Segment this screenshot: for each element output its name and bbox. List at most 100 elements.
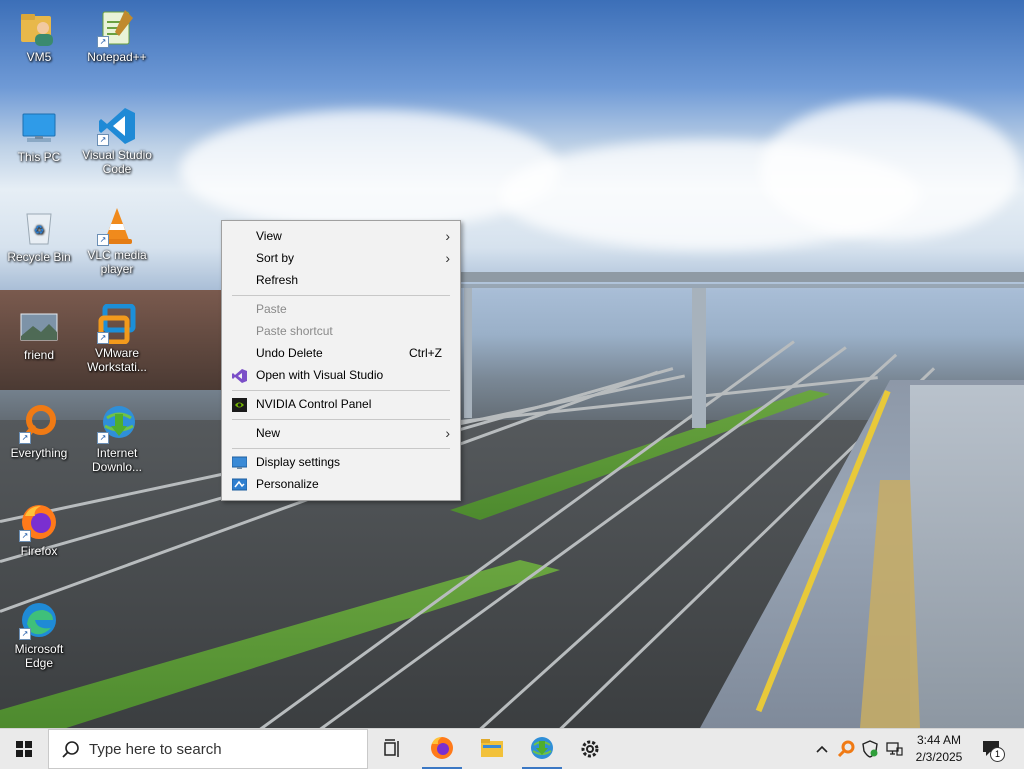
taskbar-firefox[interactable]	[420, 729, 464, 769]
display-icon	[231, 455, 248, 469]
menu-item-new[interactable]: New ›	[222, 422, 460, 444]
wallpaper-rail	[459, 376, 878, 423]
shortcut-arrow-icon: ↗	[97, 134, 109, 146]
network-icon[interactable]	[885, 740, 903, 758]
shortcut-arrow-icon: ↗	[97, 36, 109, 48]
chevron-up-icon[interactable]	[814, 741, 830, 757]
desktop-icon-recycle-bin[interactable]: ♻ Recycle Bin	[2, 208, 76, 264]
windows-logo-icon	[16, 741, 32, 757]
notepad-plus-plus-icon: ↗	[97, 8, 137, 48]
menu-item-view[interactable]: View ›	[222, 225, 460, 247]
wallpaper-gantry	[460, 272, 1024, 282]
menu-item-refresh[interactable]: Refresh	[222, 269, 460, 291]
menu-item-sort-by[interactable]: Sort by ›	[222, 247, 460, 269]
nvidia-icon	[232, 397, 247, 412]
desktop-icon-visual-studio-code[interactable]: ↗ Visual Studio Code	[80, 106, 154, 176]
firefox-icon	[431, 737, 453, 759]
desktop-icon-label: VLC media player	[87, 248, 147, 276]
settings-gear-icon	[581, 740, 599, 758]
wallpaper-pillar	[692, 288, 706, 428]
shortcut-arrow-icon: ↗	[19, 628, 31, 640]
menu-item-undo-delete[interactable]: Undo Delete Ctrl+Z	[222, 342, 460, 364]
menu-item-display-settings[interactable]: Display settings	[222, 451, 460, 473]
internet-download-manager-icon: ↗	[97, 404, 137, 444]
menu-item-paste[interactable]: Paste	[222, 298, 460, 320]
menu-item-open-with-visual-studio[interactable]: Open with Visual Studio	[222, 364, 460, 386]
menu-item-label: Display settings	[256, 455, 341, 469]
everything-tray-icon[interactable]	[837, 740, 855, 758]
vlc-cone-icon: ↗	[97, 206, 137, 246]
security-shield-icon[interactable]	[861, 740, 879, 758]
shortcut-arrow-icon: ↗	[97, 234, 109, 246]
menu-item-label: View	[256, 229, 282, 243]
wallpaper-cloud	[760, 100, 1020, 240]
search-placeholder: Type here to search	[89, 741, 222, 758]
menu-separator	[232, 390, 450, 391]
taskbar: Type here to search 3:44 AM 2/3/2025 1	[0, 728, 1024, 769]
visual-studio-icon	[232, 368, 247, 383]
taskbar-internet-download-manager[interactable]	[520, 729, 564, 769]
user-folder-icon	[19, 8, 59, 48]
desktop-icon-everything[interactable]: ↗ Everything	[2, 404, 76, 460]
shortcut-arrow-icon: ↗	[19, 530, 31, 542]
desktop-icon-label: VMware Workstati...	[87, 346, 147, 374]
menu-item-personalize[interactable]: Personalize	[222, 473, 460, 495]
menu-item-label: Refresh	[256, 273, 299, 287]
menu-item-label: Paste shortcut	[256, 324, 333, 338]
notification-count-badge: 1	[990, 747, 1005, 762]
start-button[interactable]	[0, 729, 48, 769]
desktop-icon-notepad-plus-plus[interactable]: ↗ Notepad++	[80, 8, 154, 64]
desktop-icon-label: Internet Downlo...	[91, 446, 143, 474]
chevron-right-icon: ›	[445, 425, 450, 441]
desktop-icon-vmware-workstation[interactable]: ↗ VMware Workstati...	[80, 303, 154, 374]
edge-icon: ↗	[19, 600, 59, 640]
wallpaper-cloud	[180, 110, 560, 230]
chevron-right-icon: ›	[445, 250, 450, 266]
desktop[interactable]: VM5 ↗ Notepad++ This PC ↗ Visual Studio …	[0, 0, 1024, 728]
vscode-icon: ↗	[97, 106, 137, 146]
desktop-icon-internet-download-manager[interactable]: ↗ Internet Downlo...	[80, 404, 154, 474]
desktop-icon-microsoft-edge[interactable]: ↗ Microsoft Edge	[2, 600, 76, 670]
personalize-icon	[231, 477, 248, 491]
shortcut-arrow-icon: ↗	[97, 332, 109, 344]
menu-item-shortcut: Ctrl+Z	[409, 346, 442, 360]
menu-separator	[232, 419, 450, 420]
desktop-icon-vlc-media-player[interactable]: ↗ VLC media player	[80, 206, 154, 276]
internet-download-manager-icon	[531, 737, 553, 759]
desktop-icon-label: Visual Studio Code	[82, 148, 152, 176]
desktop-icon-vm5[interactable]: VM5	[2, 8, 76, 64]
svg-text:♻: ♻	[34, 223, 45, 237]
file-explorer-icon	[481, 739, 503, 757]
menu-item-paste-shortcut[interactable]: Paste shortcut	[222, 320, 460, 342]
desktop-icon-label: Everything	[10, 446, 68, 460]
menu-item-label: Open with Visual Studio	[256, 368, 384, 382]
computer-icon	[19, 108, 59, 148]
desktop-icon-label: Microsoft Edge	[14, 642, 64, 670]
menu-item-label: Personalize	[256, 477, 319, 491]
vmware-icon: ↗	[97, 303, 137, 345]
desktop-icon-label: Notepad++	[87, 50, 147, 64]
task-view-button[interactable]	[370, 729, 414, 769]
search-icon	[62, 741, 79, 758]
desktop-icon-label: This PC	[17, 150, 61, 164]
chevron-right-icon: ›	[445, 228, 450, 244]
desktop-icon-label: Firefox	[20, 544, 58, 558]
image-file-icon	[19, 306, 59, 346]
taskbar-file-explorer[interactable]	[470, 729, 514, 769]
menu-item-label: New	[256, 426, 281, 440]
menu-item-label: NVIDIA Control Panel	[256, 397, 372, 411]
desktop-icon-friend[interactable]: friend	[2, 306, 76, 362]
action-center-button[interactable]: 1	[980, 737, 1005, 762]
desktop-icon-this-pc[interactable]: This PC	[2, 108, 76, 164]
desktop-context-menu: View › Sort by › Refresh Paste Paste sho…	[221, 220, 461, 501]
taskbar-settings[interactable]	[568, 729, 612, 769]
task-view-icon	[384, 739, 399, 757]
clock-time[interactable]: 3:44 AM	[908, 733, 970, 747]
menu-item-nvidia-control-panel[interactable]: NVIDIA Control Panel	[222, 393, 460, 415]
clock-date[interactable]: 2/3/2025	[908, 750, 970, 764]
desktop-icon-label: friend	[23, 348, 55, 362]
taskbar-search-box[interactable]: Type here to search	[48, 729, 368, 769]
recycle-bin-icon: ♻	[19, 208, 59, 248]
desktop-icon-label: Recycle Bin	[7, 250, 71, 264]
desktop-icon-firefox[interactable]: ↗ Firefox	[2, 502, 76, 558]
